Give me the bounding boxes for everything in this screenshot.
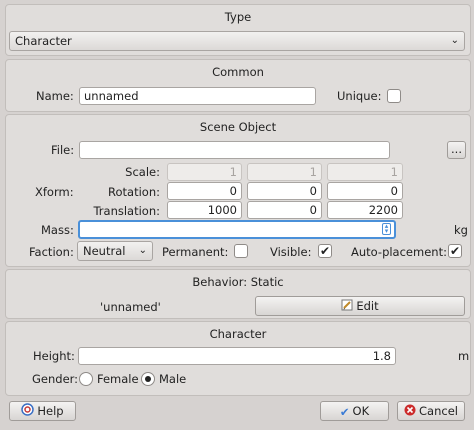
chevron-down-icon: ⌄ [450, 35, 459, 46]
auto-placement-label: Auto-placement: [351, 245, 447, 259]
translation-label: Translation: [93, 204, 160, 218]
behavior-title: Behavior: Static [192, 275, 284, 289]
mass-input[interactable]: ▴ ▾ [78, 220, 396, 239]
visible-label: Visible: [270, 245, 312, 259]
female-label[interactable]: Female [97, 372, 139, 386]
unique-checkbox[interactable] [387, 89, 401, 103]
male-label[interactable]: Male [159, 372, 186, 386]
type-panel: Type Character ⌄ [5, 4, 471, 56]
check-icon: ✔ [319, 244, 331, 258]
rotation-x-input[interactable]: 0 [167, 182, 242, 200]
character-panel: Character Height: 1.8 m Gender: Female M… [5, 321, 471, 396]
faction-select[interactable]: Neutral ⌄ [77, 241, 153, 261]
spin-arrows-icon[interactable]: ▴ ▾ [382, 223, 391, 235]
scale-y-input[interactable]: 1 [247, 163, 322, 181]
type-title: Type [224, 10, 252, 24]
rotation-label: Rotation: [108, 185, 160, 199]
permanent-checkbox[interactable] [234, 244, 248, 258]
help-label: Help [37, 404, 64, 418]
translation-x-input[interactable]: 1000 [167, 201, 242, 219]
auto-placement-checkbox[interactable]: ✔ [448, 244, 462, 258]
male-radio[interactable] [141, 372, 155, 386]
help-icon [21, 402, 35, 421]
scene-object-panel: Scene Object File: ... Scale: Xform: Rot… [5, 114, 471, 267]
behavior-name: 'unnamed' [100, 300, 161, 314]
behavior-panel: Behavior: Static 'unnamed' Edit [5, 269, 471, 319]
height-label: Height: [33, 349, 75, 363]
unique-label: Unique: [337, 89, 382, 103]
permanent-label: Permanent: [162, 245, 229, 259]
common-panel: Common Name: unnamed Unique: [5, 59, 471, 112]
cancel-icon [404, 403, 416, 421]
type-select-value: Character [15, 34, 72, 48]
visible-checkbox[interactable]: ✔ [318, 244, 332, 258]
browse-button[interactable]: ... [447, 141, 466, 159]
faction-label: Faction: [29, 245, 74, 259]
cancel-button[interactable]: Cancel [397, 401, 465, 421]
scene-object-title: Scene Object [199, 120, 277, 134]
pencil-icon [341, 298, 353, 316]
scale-label: Scale: [125, 165, 160, 179]
cancel-label: Cancel [419, 404, 458, 418]
height-unit: m [458, 349, 470, 363]
height-input[interactable]: 1.8 [78, 347, 396, 365]
scale-x-input[interactable]: 1 [167, 163, 242, 181]
edit-button[interactable]: Edit [255, 296, 465, 316]
translation-y-input[interactable]: 0 [247, 201, 322, 219]
check-icon: ✔ [339, 404, 350, 419]
mass-label: Mass: [41, 223, 74, 237]
gender-label: Gender: [32, 372, 79, 386]
check-icon: ✔ [449, 244, 461, 258]
rotation-z-input[interactable]: 0 [327, 182, 403, 200]
translation-z-input[interactable]: 2200 [327, 201, 403, 219]
common-title: Common [212, 65, 264, 79]
mass-unit: kg [454, 223, 468, 237]
ok-button[interactable]: ✔ OK [320, 401, 389, 421]
edit-label: Edit [356, 299, 379, 313]
character-title: Character [209, 327, 267, 341]
file-input[interactable] [79, 141, 390, 159]
rotation-y-input[interactable]: 0 [247, 182, 322, 200]
help-button[interactable]: Help [9, 401, 76, 421]
faction-select-value: Neutral [83, 244, 126, 258]
chevron-down-icon: ⌄ [138, 245, 147, 256]
scale-z-input[interactable]: 1 [327, 163, 403, 181]
female-radio[interactable] [79, 372, 93, 386]
file-label: File: [51, 143, 75, 157]
xform-label: Xform: [35, 185, 74, 199]
ok-label: OK [352, 404, 370, 418]
name-label: Name: [36, 89, 74, 103]
type-select[interactable]: Character ⌄ [9, 31, 465, 51]
name-input[interactable]: unnamed [79, 87, 316, 105]
